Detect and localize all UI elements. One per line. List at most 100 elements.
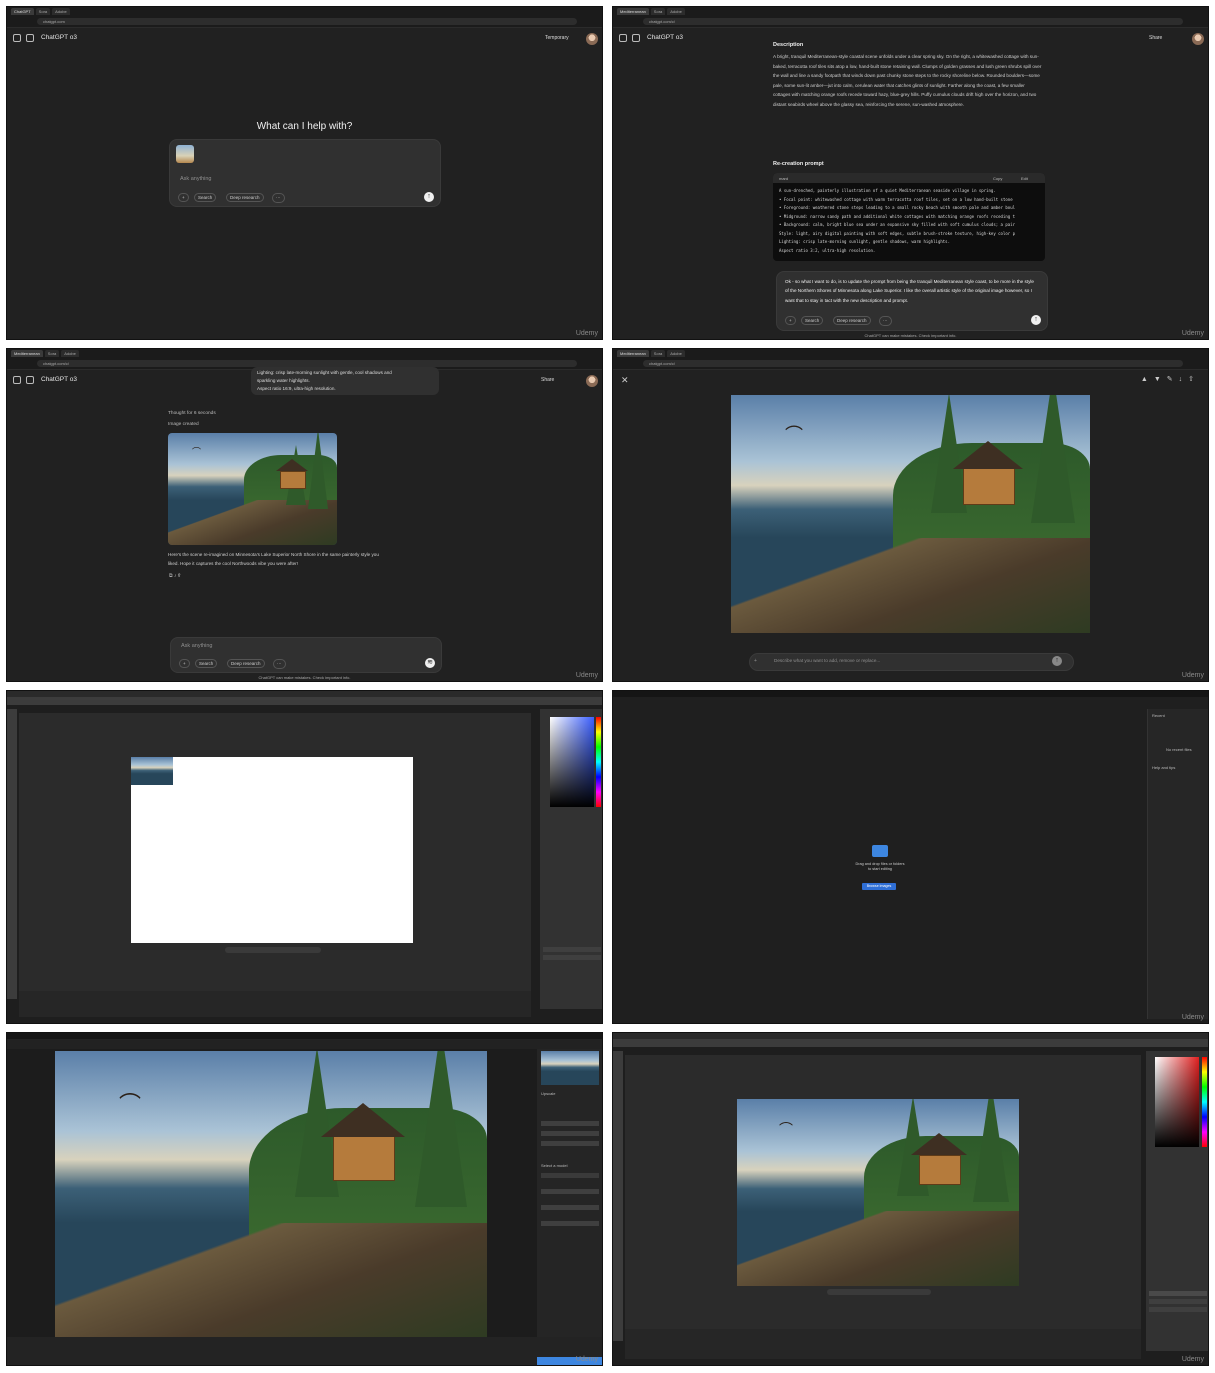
add-icon[interactable]: + [785, 316, 796, 325]
share-icon[interactable]: ⇧ [1188, 376, 1200, 383]
send-button[interactable]: ↑ [424, 192, 434, 202]
model-option[interactable] [541, 1173, 599, 1178]
composer[interactable]: Ask anything + Search Deep research ⋯ ≋ [170, 637, 442, 673]
browser-tab[interactable]: Mediterranean [617, 350, 649, 357]
composer[interactable]: Ask anything + Search Deep research ⋯ ↑ [169, 139, 441, 207]
attached-image-thumbnail[interactable] [176, 145, 194, 163]
browser-tab[interactable]: Mediterranean [11, 350, 43, 357]
sidebar-toggle-icon[interactable] [13, 376, 21, 384]
thought-label[interactable]: Thought for 6 seconds [168, 411, 216, 416]
browser-tab[interactable]: Sora [35, 8, 51, 15]
thumbs-up-icon[interactable]: ▲ [1141, 376, 1154, 383]
browse-button[interactable]: Browse images [862, 883, 896, 890]
download-icon[interactable]: ↓ [1179, 376, 1189, 383]
edit-input[interactable]: Describe what you want to add, remove or… [774, 658, 880, 663]
panel-prompt-rewrite: Mediterranean Sora Adobe chatgpt.com/c/ Ch… [612, 6, 1209, 340]
model-option[interactable] [541, 1205, 599, 1210]
model-option[interactable] [541, 1221, 599, 1226]
edit-button[interactable]: Edit [1021, 176, 1028, 181]
menu-bar [613, 691, 1208, 697]
browser-tab[interactable]: Adobe [52, 8, 70, 15]
model-selector[interactable]: ChatGPT o3 [41, 376, 77, 383]
more-icon[interactable]: ⋯ [273, 659, 286, 669]
avatar[interactable] [1192, 33, 1204, 45]
thumbs-down-icon[interactable]: ▼ [1154, 376, 1167, 383]
composer[interactable]: Ok - so what I want to do, is to update … [776, 271, 1048, 331]
settings-row[interactable] [541, 1141, 599, 1146]
search-button[interactable]: Search [194, 193, 217, 202]
sidebar-toggle-icon[interactable] [619, 34, 627, 42]
settings-row[interactable] [541, 1121, 599, 1126]
navigator-thumbnail[interactable] [541, 1051, 599, 1085]
search-button[interactable]: Search [801, 316, 824, 325]
copy-icon[interactable]: ⧉ [169, 573, 173, 579]
browser-tab[interactable]: Adobe [667, 350, 685, 357]
hue-slider[interactable] [596, 717, 601, 807]
avatar[interactable] [586, 375, 598, 387]
contextual-taskbar[interactable] [225, 947, 321, 953]
layer-row[interactable] [543, 955, 601, 960]
browser-tab[interactable]: Sora [650, 8, 666, 15]
ask-input[interactable]: Ask anything [180, 176, 212, 182]
browser-tab[interactable]: Adobe [667, 8, 685, 15]
watermark: Udemy [1181, 330, 1204, 337]
sidebar-toggle-icon[interactable] [13, 34, 21, 42]
share-button[interactable]: Share [1149, 35, 1162, 41]
ps-canvas[interactable] [131, 757, 413, 943]
deep-research-button[interactable]: Deep research [833, 316, 871, 325]
model-selector[interactable]: ChatGPT o3 [41, 34, 77, 41]
speaker-icon[interactable]: ♪ [174, 573, 177, 579]
color-picker[interactable] [550, 717, 594, 807]
edit-icon[interactable]: ✎ [1167, 376, 1179, 383]
browser-tab[interactable]: Sora [44, 350, 60, 357]
color-picker[interactable] [1155, 1057, 1199, 1147]
new-chat-icon[interactable] [632, 34, 640, 42]
add-icon[interactable]: + [754, 658, 757, 664]
address-bar[interactable]: chatgpt.com/c/ [643, 360, 1183, 367]
ps-canvas-image[interactable]: ⌒ [737, 1099, 1019, 1286]
placed-image-thumbnail[interactable] [131, 757, 173, 785]
browser-tab[interactable]: Sora [650, 350, 666, 357]
ps-tools-panel[interactable] [613, 1051, 623, 1341]
layer-row[interactable] [1149, 1291, 1207, 1296]
model-selector[interactable]: ChatGPT o3 [647, 34, 683, 41]
close-icon[interactable]: ✕ [621, 375, 629, 386]
ps-tools-panel[interactable] [7, 709, 17, 999]
upscale-preview-image[interactable]: ⌒ [55, 1051, 487, 1337]
layer-row[interactable] [543, 947, 601, 952]
add-icon[interactable]: + [179, 659, 190, 668]
voice-button[interactable]: ≋ [425, 658, 435, 668]
address-bar[interactable]: chatgpt.com/c/ [643, 18, 1183, 25]
browser-tab[interactable]: Mediterranean [617, 8, 649, 15]
layer-row[interactable] [1149, 1307, 1207, 1312]
address-bar[interactable]: chatgpt.com/c/ [37, 360, 577, 367]
hue-slider[interactable] [1202, 1057, 1207, 1147]
send-button[interactable]: ↑ [1031, 315, 1041, 325]
send-button[interactable]: ↑ [1052, 656, 1062, 666]
deep-research-button[interactable]: Deep research [227, 659, 265, 668]
layer-row[interactable] [1149, 1299, 1207, 1304]
search-button[interactable]: Search [195, 659, 218, 668]
browser-tab[interactable]: Adobe [61, 350, 79, 357]
address-bar[interactable]: chatgpt.com [37, 18, 577, 25]
generated-image[interactable]: ⌒ [168, 433, 337, 545]
avatar[interactable] [586, 33, 598, 45]
more-icon[interactable]: ⋯ [879, 316, 892, 326]
browser-tab[interactable]: ChatGPT [11, 8, 34, 15]
user-message-draft[interactable]: Ok - so what I want to do, is to update … [785, 277, 1039, 305]
copy-button[interactable]: Copy [993, 176, 1002, 181]
settings-row[interactable] [541, 1131, 599, 1136]
ask-input[interactable]: Ask anything [181, 643, 213, 649]
new-chat-icon[interactable] [26, 34, 34, 42]
add-icon[interactable]: + [178, 193, 189, 202]
temporary-chat-button[interactable]: Temporary [545, 35, 569, 41]
generated-image-large: ⌒ [731, 395, 1090, 633]
share-button[interactable]: Share [541, 377, 554, 383]
share-icon[interactable]: ⇧ [178, 573, 181, 579]
new-chat-icon[interactable] [26, 376, 34, 384]
deep-research-button[interactable]: Deep research [226, 193, 264, 202]
edit-composer[interactable]: + Describe what you want to add, remove … [749, 653, 1074, 671]
contextual-taskbar[interactable] [827, 1289, 931, 1295]
model-option[interactable] [541, 1189, 599, 1194]
more-icon[interactable]: ⋯ [272, 193, 285, 203]
